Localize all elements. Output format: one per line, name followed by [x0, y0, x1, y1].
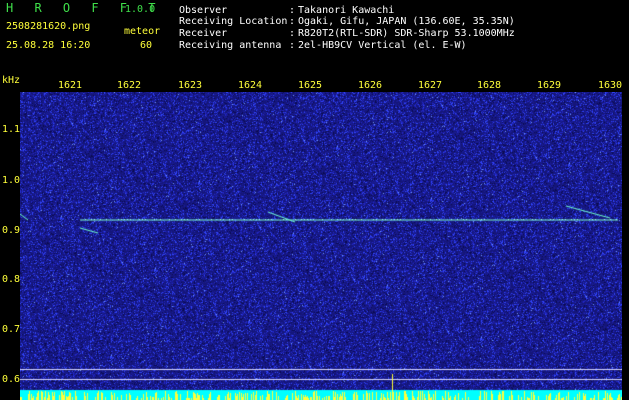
info-label-receiver: Receiver	[179, 28, 228, 39]
hrofft-window: H R O F F T 1.0.0 2508281620.png meteor …	[0, 0, 629, 400]
x-tick-label: 1629	[536, 80, 562, 91]
x-tick-label: 1625	[297, 80, 323, 91]
meteor-count: 60	[140, 40, 153, 51]
info-colon: :	[289, 5, 296, 16]
x-tick-label: 1621	[57, 80, 83, 91]
x-tick-label: 1628	[476, 80, 502, 91]
info-label-location: Receiving Location	[179, 16, 288, 27]
info-colon: :	[289, 40, 296, 51]
x-tick-label: 1623	[177, 80, 203, 91]
app-version: 1.0.0	[125, 4, 156, 15]
info-colon: :	[289, 16, 296, 27]
y-tick-label: 0.7	[2, 324, 21, 335]
y-axis-unit: kHz	[2, 75, 21, 86]
x-tick-label: 1624	[237, 80, 263, 91]
x-tick-label: 1630	[597, 80, 623, 91]
spectrogram-waterfall	[20, 92, 622, 400]
info-label-observer: Observer	[179, 5, 228, 16]
info-value-receiver: R820T2(RTL-SDR) SDR-Sharp 53.1000MHz	[298, 28, 515, 39]
y-tick-label: 0.9	[2, 225, 21, 236]
x-tick-label: 1626	[357, 80, 383, 91]
y-tick-label: 1.1	[2, 124, 21, 135]
y-tick-label: 0.6	[2, 374, 21, 385]
y-tick-label: 0.8	[2, 274, 21, 285]
y-tick-label: 1.0	[2, 175, 21, 186]
info-colon: :	[289, 28, 296, 39]
info-value-location: Ogaki, Gifu, JAPAN (136.60E, 35.35N)	[298, 16, 515, 27]
info-value-antenna: 2el-HB9CV Vertical (el. E-W)	[298, 40, 467, 51]
meteor-label: meteor	[124, 26, 161, 37]
info-label-antenna: Receiving antenna	[179, 40, 282, 51]
x-tick-label: 1627	[417, 80, 443, 91]
file-name: 2508281620.png	[6, 21, 91, 32]
x-tick-label: 1622	[116, 80, 142, 91]
info-value-observer: Takanori Kawachi	[298, 5, 395, 16]
timestamp: 25.08.28 16:20	[6, 40, 91, 51]
